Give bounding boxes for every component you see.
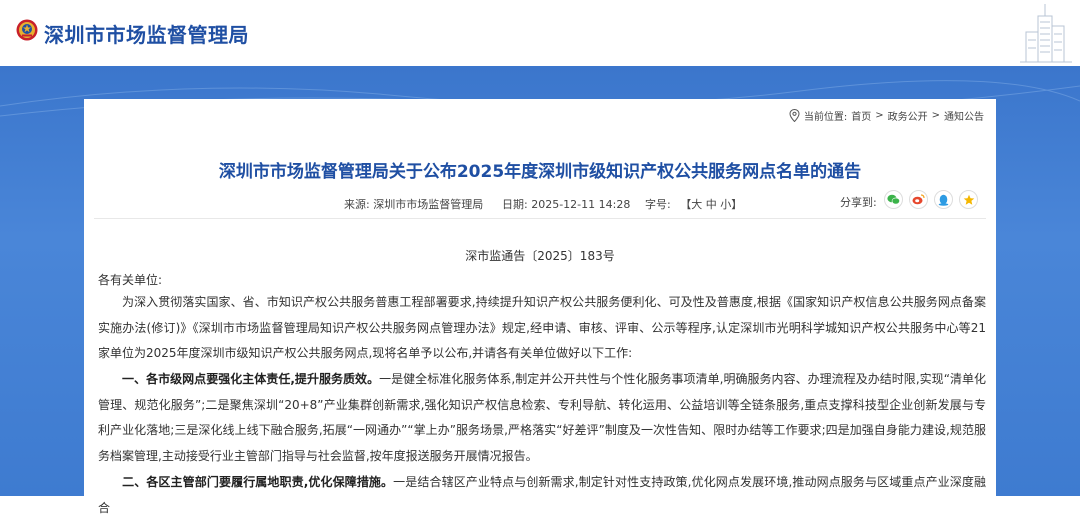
weibo-icon (912, 194, 925, 205)
site-header: 深圳市市场监督管理局 (0, 0, 1080, 66)
font-bracket-open: 【 (680, 198, 692, 211)
breadcrumb-separator: > (875, 110, 884, 121)
item-one-paragraph: 一、各市级网点要强化主体责任,提升服务质效。一是健全标准化服务体系,制定并公开共… (98, 367, 986, 470)
breadcrumb-notices[interactable]: 通知公告 (944, 108, 984, 123)
breadcrumb: 当前位置: 首页 > 政务公开 > 通知公告 (789, 108, 984, 123)
document-number: 深市监通告〔2025〕183号 (465, 249, 615, 263)
item-two-heading: 二、各区主管部门要履行属地职责,优化保障措施。 (122, 475, 394, 489)
share-label: 分享到: (840, 196, 877, 209)
font-size-control: 字号: 【大 中 小】 (645, 196, 742, 212)
font-size-medium-button[interactable]: 中 (706, 198, 717, 211)
date-meta: 日期: 2025-12-11 14:28 (502, 196, 630, 212)
breadcrumb-home[interactable]: 首页 (851, 108, 871, 123)
share-qzone-button[interactable] (959, 190, 978, 209)
content-card: 当前位置: 首页 > 政务公开 > 通知公告 深圳市市场监督管理局关于公布202… (84, 99, 996, 515)
source-label: 来源: (344, 198, 370, 211)
emblem-logo-icon[interactable] (16, 19, 38, 41)
intro-text: 为深入贯彻落实国家、省、市知识产权公共服务普惠工程部署要求,持续提升知识产权公共… (98, 295, 986, 361)
share-wechat-button[interactable] (884, 190, 903, 209)
building-skyline-icon (1020, 4, 1072, 63)
qzone-star-icon (963, 194, 974, 205)
breadcrumb-government-affairs[interactable]: 政务公开 (888, 108, 928, 123)
location-pin-icon (789, 109, 800, 122)
breadcrumb-label: 当前位置: (803, 112, 848, 123)
font-size-label: 字号: (645, 198, 671, 211)
salutation: 各有关单位: (98, 273, 163, 287)
wechat-icon (887, 194, 900, 205)
date-label: 日期: (502, 198, 528, 211)
date-value: 2025-12-11 14:28 (531, 198, 631, 211)
breadcrumb-separator: > (931, 110, 940, 121)
source-value: 深圳市市场监督管理局 (373, 198, 484, 211)
share-weibo-button[interactable] (909, 190, 928, 209)
site-title[interactable]: 深圳市市场监督管理局 (44, 19, 249, 48)
qq-icon (938, 194, 949, 206)
font-bracket-close: 】 (731, 198, 743, 211)
font-size-large-button[interactable]: 大 (691, 198, 702, 211)
item-one-heading: 一、各市级网点要强化主体责任,提升服务质效。 (122, 372, 380, 386)
article-title: 深圳市市场监督管理局关于公布2025年度深圳市级知识产权公共服务网点名单的通告 (218, 162, 862, 182)
divider (94, 218, 986, 219)
intro-paragraph: 为深入贯彻落实国家、省、市知识产权公共服务普惠工程部署要求,持续提升知识产权公共… (98, 290, 986, 367)
share-qq-button[interactable] (934, 190, 953, 209)
font-size-small-button[interactable]: 小 (720, 198, 731, 211)
source-meta: 来源: 深圳市市场监督管理局 (344, 196, 483, 212)
